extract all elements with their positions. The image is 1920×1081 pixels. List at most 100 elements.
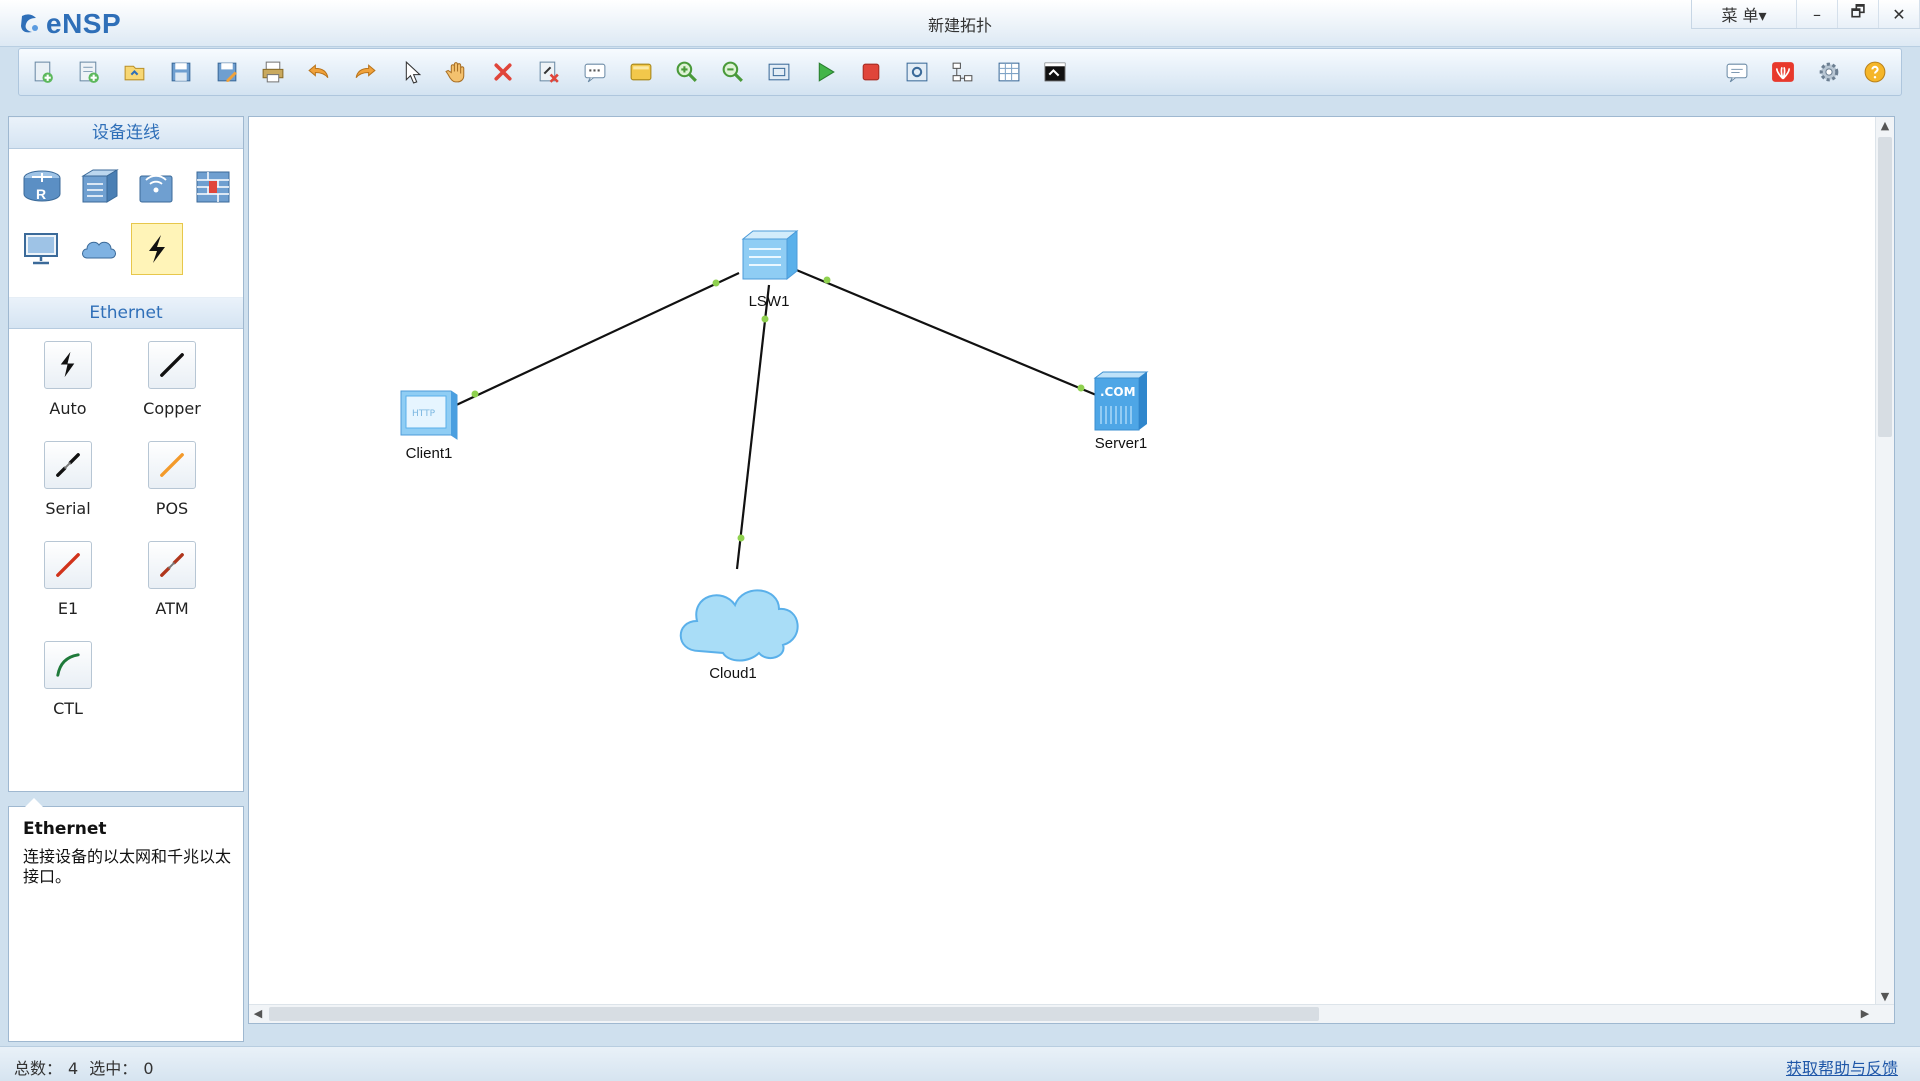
huawei-icon bbox=[1770, 59, 1796, 85]
save-as-icon bbox=[214, 59, 240, 85]
node-server1[interactable]: .COM Server1 bbox=[1093, 371, 1149, 452]
node-client1[interactable]: HTTP Client1 bbox=[400, 390, 458, 462]
save-tool[interactable] bbox=[165, 56, 197, 88]
print-tool[interactable] bbox=[257, 56, 289, 88]
vertical-scroll-thumb[interactable] bbox=[1878, 137, 1892, 437]
save-as-tool[interactable] bbox=[211, 56, 243, 88]
port-status-dot bbox=[1077, 384, 1085, 392]
grid-icon bbox=[996, 59, 1022, 85]
undo-tool[interactable] bbox=[303, 56, 335, 88]
new-topology-tool[interactable] bbox=[27, 56, 59, 88]
cables-header: Ethernet bbox=[9, 297, 243, 329]
device-category-router[interactable]: R bbox=[17, 161, 67, 211]
topology-tool[interactable] bbox=[947, 56, 979, 88]
scroll-down-icon[interactable]: ▼ bbox=[1876, 990, 1894, 1003]
delete-link-tool[interactable] bbox=[533, 56, 565, 88]
close-button[interactable]: ✕ bbox=[1879, 0, 1920, 28]
device-category-pc[interactable] bbox=[17, 223, 67, 273]
chat-button[interactable] bbox=[1721, 56, 1753, 88]
cable-auto[interactable]: Auto bbox=[13, 341, 123, 418]
delete-link-icon bbox=[536, 59, 562, 85]
fit-view-tool[interactable] bbox=[763, 56, 795, 88]
start-device-tool[interactable] bbox=[809, 56, 841, 88]
svg-text:HTTP: HTTP bbox=[412, 409, 436, 419]
topology-icon bbox=[950, 59, 976, 85]
cable-atm-icon bbox=[148, 541, 196, 589]
text-note-tool[interactable] bbox=[579, 56, 611, 88]
open-tool[interactable] bbox=[119, 56, 151, 88]
start-device-icon bbox=[812, 59, 838, 85]
hand-pan-icon bbox=[444, 59, 470, 85]
port-status-dot bbox=[761, 315, 769, 323]
node-label-server1: Server1 bbox=[1095, 435, 1148, 452]
help-feedback-link[interactable]: 获取帮助与反馈 bbox=[1786, 1055, 1898, 1079]
delete-icon bbox=[490, 59, 516, 85]
minimize-button[interactable]: – bbox=[1797, 0, 1838, 28]
node-lsw1[interactable]: LSW1 bbox=[741, 229, 799, 310]
link-lsw1-client1[interactable] bbox=[451, 272, 740, 408]
horizontal-scroll-thumb[interactable] bbox=[269, 1007, 1319, 1021]
cable-pos[interactable]: POS bbox=[117, 441, 227, 518]
capture-tool[interactable] bbox=[901, 56, 933, 88]
horizontal-scrollbar[interactable]: ◀ ▶ bbox=[249, 1004, 1894, 1023]
restore-button[interactable]: 🗗 bbox=[1838, 0, 1879, 28]
topology-canvas[interactable]: LSW1 HTTP Client1 .COM Server1 Cloud1 ▲ ▼ ◀ ▶ bbox=[248, 116, 1895, 1024]
cable-serial-icon bbox=[44, 441, 92, 489]
window-title: 新建拓扑 bbox=[927, 16, 992, 35]
device-category-cloud[interactable] bbox=[74, 223, 124, 273]
zoom-in-tool[interactable] bbox=[671, 56, 703, 88]
cable-pos-icon bbox=[148, 441, 196, 489]
stop-device-tool[interactable] bbox=[855, 56, 887, 88]
device-category-firewall[interactable] bbox=[188, 161, 238, 211]
device-category-wireless[interactable] bbox=[131, 161, 181, 211]
cable-e1-icon bbox=[44, 541, 92, 589]
help-button[interactable] bbox=[1859, 56, 1891, 88]
cable-e1[interactable]: E1 bbox=[13, 541, 123, 618]
link-lsw1-server1[interactable] bbox=[793, 267, 1102, 399]
redo-tool[interactable] bbox=[349, 56, 381, 88]
stop-device-icon bbox=[858, 59, 884, 85]
cable-label: ATM bbox=[155, 599, 189, 618]
cable-serial[interactable]: Serial bbox=[13, 441, 123, 518]
huawei-button[interactable] bbox=[1767, 56, 1799, 88]
vertical-scrollbar[interactable]: ▲ ▼ bbox=[1875, 117, 1894, 1023]
cable-atm[interactable]: ATM bbox=[117, 541, 227, 618]
main-menu-button[interactable]: 菜 单▾ bbox=[1692, 0, 1797, 28]
cable-ctl[interactable]: CTL bbox=[13, 641, 123, 718]
node-label-cloud1: Cloud1 bbox=[709, 665, 757, 682]
cable-ctl-icon bbox=[44, 641, 92, 689]
switch-icon bbox=[77, 164, 121, 208]
scroll-left-icon[interactable]: ◀ bbox=[249, 1005, 267, 1023]
cable-copper[interactable]: Copper bbox=[117, 341, 227, 418]
link-lsw1-cloud1[interactable] bbox=[735, 284, 771, 570]
title-bar: eNSP 新建拓扑 菜 单▾ – 🗗 ✕ bbox=[0, 0, 1920, 47]
description-text: 连接设备的以太网和千兆以太接口。 bbox=[23, 847, 232, 886]
device-category-switch[interactable] bbox=[74, 161, 124, 211]
device-panel: 设备连线 R Ethernet Auto Copper Serial POS E1 ATM… bbox=[8, 116, 244, 792]
scroll-up-icon[interactable]: ▲ bbox=[1876, 119, 1894, 132]
port-status-dot bbox=[737, 534, 745, 542]
cable-label: Auto bbox=[49, 399, 87, 418]
select-pointer-tool[interactable] bbox=[395, 56, 427, 88]
fit-view-icon bbox=[766, 59, 792, 85]
node-cloud1[interactable]: Cloud1 bbox=[679, 589, 799, 682]
settings-button[interactable] bbox=[1813, 56, 1845, 88]
chat-icon bbox=[1724, 59, 1750, 85]
cable-copper-icon bbox=[148, 341, 196, 389]
cable-label: Serial bbox=[45, 499, 91, 518]
device-grid: R bbox=[9, 149, 243, 297]
device-category-connection[interactable] bbox=[131, 223, 183, 275]
grid-tool[interactable] bbox=[993, 56, 1025, 88]
hand-pan-tool[interactable] bbox=[441, 56, 473, 88]
save-icon bbox=[168, 59, 194, 85]
new-exam-tool[interactable] bbox=[73, 56, 105, 88]
description-title: Ethernet bbox=[23, 819, 107, 839]
window-controls: 菜 单▾ – 🗗 ✕ bbox=[1691, 0, 1920, 29]
console-tool[interactable] bbox=[1039, 56, 1071, 88]
topology-diagram[interactable]: LSW1 HTTP Client1 .COM Server1 Cloud1 bbox=[249, 117, 1894, 1023]
settings-icon bbox=[1816, 59, 1842, 85]
delete-tool[interactable] bbox=[487, 56, 519, 88]
zoom-out-tool[interactable] bbox=[717, 56, 749, 88]
scroll-right-icon[interactable]: ▶ bbox=[1856, 1005, 1874, 1023]
palette-tool[interactable] bbox=[625, 56, 657, 88]
